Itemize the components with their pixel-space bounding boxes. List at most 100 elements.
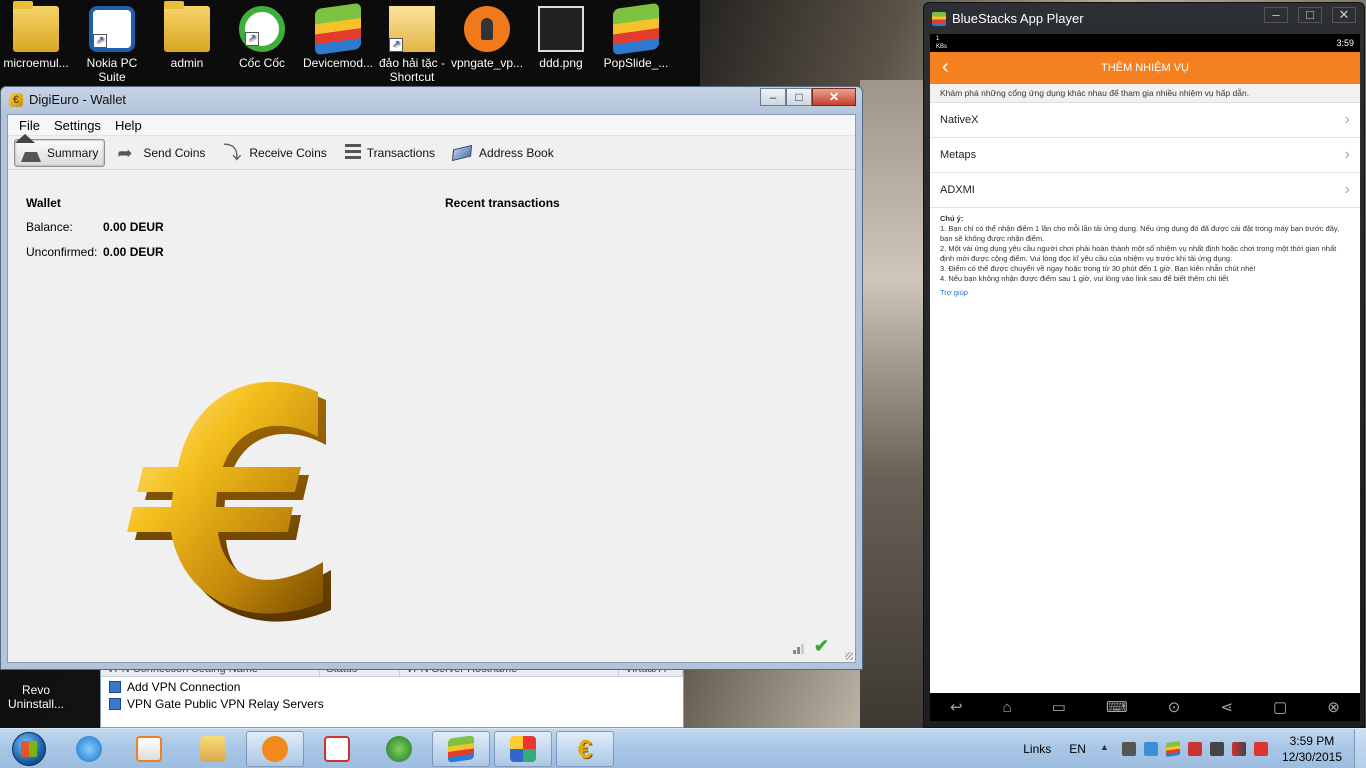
minimize-button[interactable]: – (1264, 7, 1288, 23)
tray-flag-icon[interactable] (1187, 742, 1202, 756)
volume-icon[interactable] (1209, 742, 1224, 756)
show-hidden-icons-icon[interactable]: ▲ (1100, 742, 1114, 756)
desktop-icon-nokia[interactable]: ↗ Nokia PC Suite (76, 0, 148, 84)
window-title-text: DigiEuro - Wallet (29, 92, 127, 107)
android-nav-bar: ↩ ⌂ ▭ ⌨ ⊙ ⋖ ▢ ⊗ (930, 693, 1360, 721)
address-book-icon (451, 144, 473, 162)
download-manager-icon (386, 736, 412, 762)
bluestacks-icon (448, 735, 474, 763)
keyboard-icon[interactable]: ⌨ (1106, 698, 1128, 716)
action-center-icon[interactable] (1253, 742, 1268, 756)
clock[interactable]: 3:59 PM 12/30/2015 (1282, 733, 1342, 765)
taskbar-uc-browser[interactable] (246, 731, 304, 767)
window-title-text: BlueStacks App Player (952, 11, 1084, 26)
send-coins-button[interactable]: ➦ Send Coins (111, 139, 211, 167)
close-button[interactable]: ✕ (812, 88, 856, 106)
desktop-icon-devicemod[interactable]: Devicemod... (302, 0, 374, 70)
menu-file[interactable]: File (12, 118, 47, 133)
desktop-icon-label: Nokia PC Suite (86, 56, 138, 84)
desktop-icon-vpngate[interactable]: vpngate_vp... (451, 0, 523, 70)
list-item[interactable]: VPN Gate Public VPN Relay Servers (101, 694, 683, 711)
desktop-icon-coccoc[interactable]: ↗ Cốc Cốc (226, 0, 298, 70)
show-desktop-button[interactable] (1354, 729, 1366, 768)
list-item-adxmi[interactable]: ADXMI › (930, 173, 1360, 208)
bluestacks-tray-icon[interactable] (1165, 741, 1180, 757)
taskbar-digieuro[interactable]: € (556, 731, 614, 767)
desktop-icon-revo[interactable]: Revo Uninstall... (0, 683, 72, 711)
menu-help[interactable]: Help (108, 118, 149, 133)
nokia-pc-suite-icon: ↗ (89, 6, 135, 52)
language-indicator[interactable]: EN (1069, 742, 1086, 756)
folder-icon (13, 1, 59, 52)
taskbar-unikey[interactable] (308, 731, 366, 767)
uc-browser-icon (262, 736, 288, 762)
share-icon[interactable]: ⋖ (1220, 698, 1233, 716)
back-icon[interactable]: ↩ (950, 698, 963, 716)
desktop-icon-admin[interactable]: admin (151, 0, 223, 70)
screen-rotate-icon[interactable]: ▢ (1273, 698, 1287, 716)
taskbar-media-player[interactable] (120, 731, 178, 767)
signal-icon[interactable] (1231, 742, 1246, 756)
unconfirmed-value: 0.00 DEUR (103, 245, 164, 259)
list-item[interactable]: Add VPN Connection (101, 677, 683, 694)
android-screen: 1 KBs 3:59 ‹ THÊM NHIỆM VỤ Khám phá nhữn… (930, 34, 1360, 694)
media-player-icon (136, 736, 162, 762)
taskbar-internet-explorer[interactable] (60, 731, 118, 767)
taskbar-explorer[interactable] (184, 731, 242, 767)
maximize-button[interactable]: □ (786, 88, 812, 106)
summary-button[interactable]: Summary (14, 138, 106, 167)
desktop-wallpaper (860, 80, 930, 740)
bluestacks-icon (315, 2, 361, 56)
taskbar-vpngate[interactable] (494, 731, 552, 767)
send-arrow-icon: ➦ (117, 142, 133, 163)
close-button[interactable]: ✕ (1332, 7, 1356, 23)
taskbar: € Links EN ▲ 3:59 PM 12/30/2015 (0, 728, 1366, 768)
help-link[interactable]: Trợ giúp (940, 288, 1350, 298)
image-file-icon (538, 6, 584, 52)
user-folder-icon (164, 1, 210, 52)
home-icon[interactable]: ⌂ (1003, 699, 1012, 716)
menu-settings[interactable]: Settings (47, 118, 108, 133)
network-icon[interactable] (1143, 742, 1158, 756)
summary-label: Summary (47, 145, 99, 160)
list-item-nativex[interactable]: NativeX › (930, 103, 1360, 138)
recent-apps-icon[interactable]: ▭ (1052, 698, 1066, 716)
list-item-label: NativeX (940, 114, 979, 126)
clock-time: 3:59 PM (1289, 734, 1335, 748)
transactions-button[interactable]: Transactions (339, 139, 441, 167)
taskbar-idm[interactable] (370, 731, 428, 767)
maximize-button[interactable]: □ (1298, 7, 1322, 23)
android-status-bar: 1 KBs 3:59 (930, 34, 1360, 52)
send-coins-label: Send Coins (143, 145, 206, 160)
bluestacks-window: BlueStacks App Player – □ ✕ 1 KBs 3:59 ‹… (923, 2, 1365, 728)
balance-label: Balance: (26, 220, 73, 234)
home-icon (21, 144, 41, 162)
vpn-add-icon (109, 681, 121, 693)
list-item-label: Add VPN Connection (127, 680, 241, 694)
start-button[interactable] (2, 729, 56, 768)
list-item-label: VPN Gate Public VPN Relay Servers (127, 697, 324, 711)
unconfirmed-label: Unconfirmed: (26, 245, 98, 259)
resize-grip-icon[interactable] (845, 652, 853, 660)
desktop-icon-ddd-png[interactable]: ddd.png (525, 0, 597, 70)
status-bar: ✔ (792, 637, 829, 655)
window-client: File Settings Help Summary ➦ Send Coins … (7, 114, 856, 663)
minimize-button[interactable]: – (760, 88, 786, 106)
back-arrow-icon[interactable]: ‹ (942, 57, 949, 77)
desktop-icon-popslide[interactable]: PopSlide_... (600, 0, 672, 70)
desktop-icon-microemul[interactable]: microemul... (0, 0, 72, 70)
window-controls: – □ ✕ (1264, 7, 1356, 23)
tray-app-icon[interactable] (1121, 742, 1136, 756)
page-subtitle: Khám phá những cổng ứng dụng khác nhau đ… (930, 84, 1360, 103)
desktop-icon-label: PopSlide_... (603, 56, 669, 70)
window-controls: – □ ✕ (760, 88, 856, 106)
receive-coins-button[interactable]: ⤵ Receive Coins (217, 139, 332, 167)
links-toolbar[interactable]: Links (1023, 742, 1051, 756)
close-app-icon[interactable]: ⊗ (1327, 698, 1340, 716)
location-icon[interactable]: ⊙ (1168, 698, 1181, 716)
list-item-metaps[interactable]: Metaps › (930, 138, 1360, 173)
taskbar-bluestacks[interactable] (432, 731, 490, 767)
desktop-icon-dao-hai-tac[interactable]: ↗ đảo hải tặc - Shortcut (376, 0, 448, 84)
address-book-button[interactable]: Address Book (447, 139, 560, 167)
network-signal-icon (792, 644, 804, 654)
